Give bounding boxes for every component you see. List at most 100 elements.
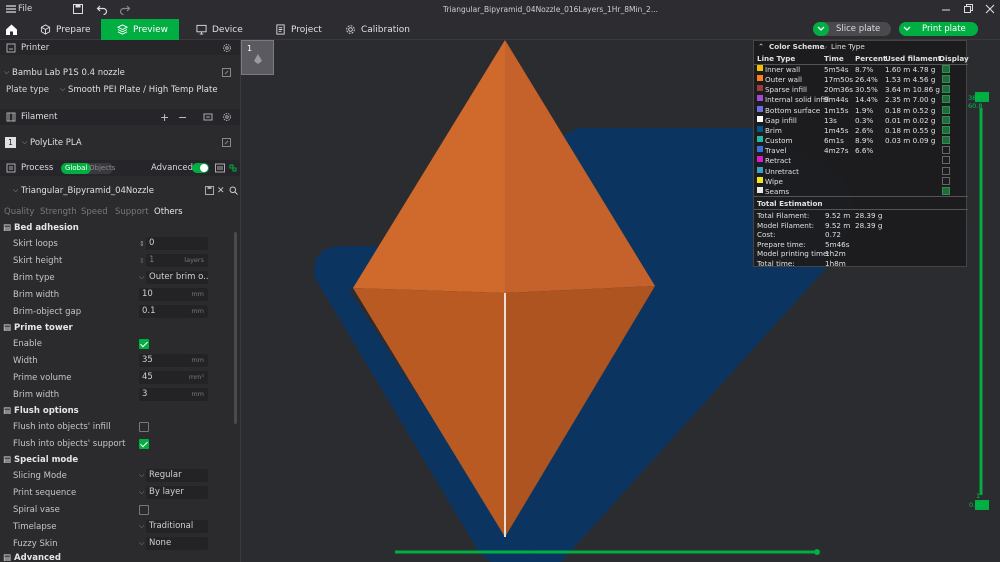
display-checkbox[interactable]: [942, 136, 950, 145]
close-icon[interactable]: ✕: [217, 186, 225, 196]
line-type-used: 3.64 m 10.86 g: [885, 85, 940, 95]
tab-device[interactable]: Device: [188, 19, 251, 40]
compare-icon[interactable]: [228, 163, 238, 173]
printer-selector[interactable]: ⌵ Bambu Lab P1S 0.4 nozzle: [0, 64, 240, 81]
pt-brim-width-input[interactable]: 3 mm: [139, 388, 208, 401]
tab-calibration[interactable]: Calibration: [337, 19, 418, 40]
minimize-icon[interactable]: [940, 3, 952, 18]
sync-icon[interactable]: [203, 112, 213, 122]
tab-label: Calibration: [361, 24, 410, 35]
line-type-name: Unretract: [765, 166, 799, 176]
edit-icon[interactable]: [222, 68, 231, 77]
chevron-down-icon[interactable]: ⌵: [822, 42, 827, 52]
display-checkbox[interactable]: [942, 65, 950, 73]
slice-plate-button[interactable]: Slice plate: [813, 22, 891, 36]
slicing-mode-select[interactable]: Regular: [146, 469, 208, 482]
enable-checkbox[interactable]: [139, 338, 149, 349]
toggle-objects[interactable]: Objects: [89, 163, 115, 174]
spin-icon[interactable]: ⇕: [139, 257, 145, 265]
process-profile-selector[interactable]: ⌵ Triangular_Bipyramid_04Nozzle ✕: [0, 182, 240, 199]
advanced-toggle[interactable]: [192, 163, 209, 173]
brim-gap-input[interactable]: 0.1 mm: [139, 305, 208, 318]
spiral-vase-checkbox[interactable]: [139, 504, 149, 515]
toggle-global[interactable]: Global: [61, 162, 92, 174]
line-type-time: 9m44s: [824, 95, 849, 105]
remove-icon[interactable]: −: [178, 111, 187, 124]
filament-slot-row[interactable]: 1 ⌵ PolyLite PLA: [0, 134, 240, 151]
plate-type-select[interactable]: Smooth PEI Plate / High Temp Plate: [68, 85, 218, 95]
subtab-speed[interactable]: Speed: [81, 207, 108, 217]
list-icon[interactable]: [215, 163, 225, 173]
file-menu[interactable]: File: [18, 4, 32, 14]
subtab-others[interactable]: Others: [154, 207, 183, 217]
display-checkbox[interactable]: [942, 186, 950, 195]
print-plate-button[interactable]: Print plate: [899, 22, 978, 36]
restore-icon[interactable]: [962, 3, 974, 18]
brim-type-select[interactable]: Outer brim o...: [146, 271, 208, 284]
edit-icon[interactable]: [222, 138, 231, 147]
home-icon[interactable]: [5, 23, 18, 39]
fuzzy-skin-select[interactable]: None: [146, 537, 208, 550]
chevron-down-icon[interactable]: [813, 22, 829, 36]
search-icon[interactable]: [229, 186, 238, 195]
print-sequence-select[interactable]: By layer: [146, 486, 208, 499]
menu-icon[interactable]: [5, 3, 17, 18]
flush-infill-checkbox[interactable]: [139, 421, 149, 432]
setting-fuzzy-skin: Fuzzy Skin ⌵ None: [0, 535, 240, 552]
prime-volume-input[interactable]: 45 mm³: [139, 371, 208, 384]
close-icon[interactable]: [984, 3, 996, 18]
tab-preview[interactable]: Preview: [101, 19, 179, 40]
display-checkbox[interactable]: [942, 75, 950, 84]
skirt-loops-input[interactable]: 0: [146, 237, 208, 250]
plate-thumbnail[interactable]: 1: [241, 40, 274, 75]
line-type-time: 20m36s: [824, 85, 854, 95]
spin-icon[interactable]: ⇕: [139, 240, 145, 248]
settings-icon[interactable]: [222, 43, 232, 53]
bottom-layer-number: 1: [976, 492, 981, 500]
width-input[interactable]: 35 mm: [139, 354, 208, 367]
layers-icon: [117, 24, 128, 35]
settings-scrollbar[interactable]: [234, 232, 237, 424]
display-checkbox[interactable]: [942, 95, 950, 104]
value-text: 35: [142, 355, 153, 365]
skirt-height-input[interactable]: 1 layers: [146, 254, 208, 267]
subtab-quality[interactable]: Quality: [4, 207, 34, 217]
tab-project[interactable]: Project: [267, 19, 330, 40]
add-icon[interactable]: +: [160, 111, 169, 124]
timelapse-select[interactable]: Traditional: [146, 520, 208, 533]
subtab-support[interactable]: Support: [115, 207, 149, 217]
brim-width-input[interactable]: 10 mm: [139, 288, 208, 301]
group-title: Bed adhesion: [14, 223, 79, 233]
line-type-time: 1m45s: [824, 125, 849, 135]
display-checkbox[interactable]: [942, 166, 950, 175]
subtab-strength[interactable]: Strength: [40, 207, 77, 217]
display-checkbox[interactable]: [942, 105, 950, 114]
process-subtabs: Quality Strength Speed Support Others: [0, 203, 240, 220]
unit-text: layers: [184, 256, 204, 264]
global-objects-toggle[interactable]: Global Objects: [61, 162, 115, 174]
scheme-select[interactable]: Line Type: [831, 42, 865, 51]
display-checkbox[interactable]: [942, 85, 950, 94]
undo-icon[interactable]: [96, 3, 108, 18]
tab-prepare[interactable]: Prepare: [32, 19, 99, 40]
display-checkbox[interactable]: [942, 156, 950, 165]
group-title: Special mode: [14, 455, 79, 465]
line-type-percent: 26.4%: [855, 75, 878, 85]
redo-icon[interactable]: [119, 3, 131, 18]
display-checkbox[interactable]: [942, 115, 950, 124]
save-icon[interactable]: [205, 186, 214, 195]
save-icon[interactable]: [72, 3, 84, 18]
setting-label: Width: [13, 355, 38, 366]
chevron-down-icon[interactable]: [899, 22, 915, 36]
total-row: Total Filament: 9.52 m 28.39 g: [754, 211, 968, 221]
display-checkbox[interactable]: [942, 176, 950, 185]
display-checkbox[interactable]: [942, 125, 950, 134]
divider: [754, 196, 968, 197]
setting-label: Prime volume: [13, 372, 72, 383]
printer-section-header[interactable]: Printer: [0, 40, 240, 55]
display-checkbox[interactable]: [942, 146, 950, 155]
horizontal-slider-thumb[interactable]: [814, 549, 820, 555]
flush-support-checkbox[interactable]: [139, 438, 149, 449]
collapse-icon[interactable]: ⌃: [758, 42, 764, 51]
settings-icon[interactable]: [222, 112, 232, 122]
